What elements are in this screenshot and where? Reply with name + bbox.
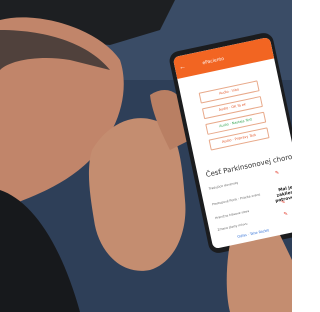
overlay-note: Mal je zakliene potrovene (275, 185, 292, 205)
edit-pencil-icon[interactable]: ✎ (283, 211, 288, 218)
row-2: Prestupové Pecik - Priorita zvane (211, 192, 261, 207)
row-3: Hranične hlasove slova (214, 208, 250, 221)
back-arrow-icon[interactable]: ← (178, 63, 186, 71)
bottom-link[interactable]: Odlas · Tahe Rozbit (237, 228, 269, 239)
edit-pencil-icon[interactable]: ✎ (274, 170, 279, 177)
row-1: Tradujúce slovensky (208, 180, 239, 191)
row-4: Zmena zlasty mluvu (217, 221, 248, 232)
photo: ← ePaciento Audio · Inbo Audio · OK Ya e… (0, 0, 292, 312)
app-title: ePaciento (202, 56, 225, 67)
